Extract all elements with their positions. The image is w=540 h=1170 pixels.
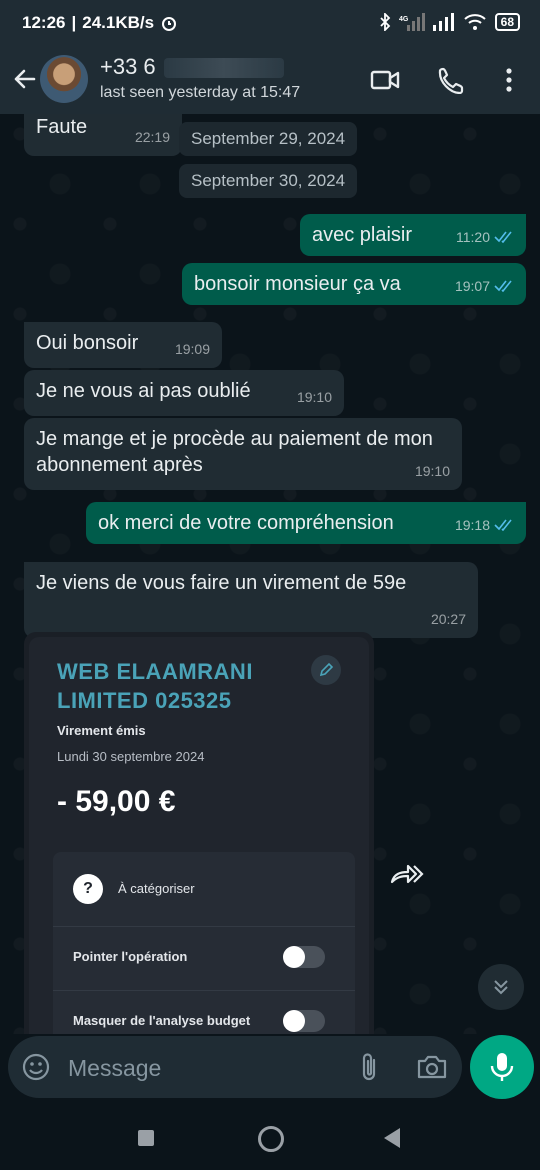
transfer-type: Virement émis bbox=[57, 723, 146, 738]
recents-button[interactable] bbox=[138, 1130, 154, 1146]
message-text: Je mange et je procède au paiement de mo… bbox=[36, 428, 433, 476]
chat-area[interactable]: Faute 22:19 September 29, 2024 September… bbox=[0, 114, 540, 1034]
read-receipt-icon bbox=[494, 231, 512, 243]
message-time: 19:18 bbox=[454, 517, 490, 533]
message-text: bonsoir monsieur ça va bbox=[194, 273, 401, 295]
message-time: 19:09 bbox=[174, 341, 210, 357]
message-meta: 19:18 bbox=[455, 512, 514, 538]
toggle-label: Pointer l'opération bbox=[73, 949, 188, 964]
battery-indicator: 68 bbox=[494, 13, 520, 31]
message-incoming[interactable]: Oui bonsoir 19:09 bbox=[24, 322, 222, 368]
message-text: Je viens de vous faire un virement de 59… bbox=[36, 572, 407, 594]
status-time: 12:26 bbox=[22, 13, 66, 32]
date-separator: September 30, 2024 bbox=[179, 164, 358, 198]
image-message[interactable]: WEB ELAAMRANI LIMITED 025325 Virement ém… bbox=[24, 632, 374, 1034]
wifi-icon bbox=[463, 14, 486, 30]
read-receipt-icon bbox=[494, 280, 512, 292]
redacted-number bbox=[163, 58, 284, 79]
message-time: 19:10 bbox=[414, 463, 450, 479]
network-speed: 24.1KB/s bbox=[82, 13, 155, 32]
recipient-line1: WEB ELAAMRANI bbox=[57, 659, 253, 684]
mic-button[interactable] bbox=[470, 1035, 534, 1099]
message-time: 19:10 bbox=[296, 389, 332, 405]
edit-pencil-icon bbox=[311, 655, 341, 685]
toggle-row: Pointer l'opération bbox=[53, 926, 355, 991]
system-nav-bar bbox=[0, 1104, 540, 1170]
mic-icon bbox=[490, 1053, 514, 1081]
message-outgoing[interactable]: ok merci de votre compréhension 19:18 bbox=[86, 502, 526, 544]
message-time: 20:27 bbox=[430, 611, 466, 627]
avatar[interactable] bbox=[40, 55, 88, 103]
scroll-down-icon bbox=[494, 980, 508, 995]
svg-text:4G: 4G bbox=[399, 16, 409, 23]
message-meta: 19:07 bbox=[455, 273, 514, 299]
read-receipt-icon bbox=[494, 519, 512, 531]
message-meta: 11:20 bbox=[456, 224, 514, 250]
message-time: 19:07 bbox=[454, 278, 490, 294]
voice-call-icon[interactable] bbox=[437, 66, 467, 94]
last-seen-status: last seen yesterday at 15:47 bbox=[100, 84, 301, 101]
alarm-icon bbox=[162, 17, 177, 31]
message-incoming[interactable]: Je viens de vous faire un virement de 59… bbox=[24, 562, 478, 638]
message-text: Faute bbox=[36, 116, 88, 138]
home-button[interactable] bbox=[258, 1126, 284, 1152]
contact-name[interactable]: +33 6 bbox=[100, 54, 284, 80]
toggle-switch bbox=[283, 1010, 325, 1032]
recipient-line2: LIMITED 025325 bbox=[57, 688, 232, 713]
chat-header: +33 6 last seen yesterday at 15:47 bbox=[0, 46, 540, 114]
message-incoming[interactable]: Je mange et je procède au paiement de mo… bbox=[24, 418, 462, 490]
more-options-icon[interactable] bbox=[496, 66, 522, 94]
status-separator: | bbox=[71, 13, 77, 32]
camera-icon[interactable] bbox=[416, 1052, 448, 1082]
message-composer bbox=[8, 1036, 462, 1098]
message-incoming[interactable]: Faute 22:19 bbox=[24, 114, 182, 156]
signal-4g-icon: 4G bbox=[399, 13, 425, 31]
system-back-button[interactable] bbox=[384, 1128, 400, 1148]
toggle-label: Masquer de l'analyse budget bbox=[73, 1013, 251, 1028]
bluetooth-icon bbox=[380, 13, 390, 31]
transfer-amount: - 59,00 € bbox=[57, 785, 176, 818]
category-label: À catégoriser bbox=[118, 881, 195, 896]
message-input[interactable] bbox=[66, 1050, 330, 1086]
attach-icon[interactable] bbox=[358, 1052, 382, 1082]
banking-screenshot: WEB ELAAMRANI LIMITED 025325 Virement ém… bbox=[29, 637, 369, 1034]
toggle-row: Masquer de l'analyse budget bbox=[53, 990, 355, 1034]
message-incoming[interactable]: Je ne vous ai pas oublié 19:10 bbox=[24, 370, 344, 416]
status-bar: 12:26 | 24.1KB/s 4G 68 bbox=[0, 0, 540, 46]
message-outgoing[interactable]: bonsoir monsieur ça va 19:07 bbox=[182, 263, 526, 305]
emoji-icon[interactable] bbox=[22, 1053, 50, 1081]
message-text: ok merci de votre compréhension bbox=[98, 512, 394, 534]
forward-icon[interactable] bbox=[390, 862, 424, 888]
signal-icon bbox=[432, 13, 454, 31]
transfer-options-panel: ? À catégoriser Pointer l'opération Masq… bbox=[53, 852, 355, 1034]
question-icon: ? bbox=[73, 874, 103, 904]
message-outgoing[interactable]: avec plaisir 11:20 bbox=[300, 214, 526, 256]
message-text: avec plaisir bbox=[312, 224, 413, 246]
message-text: Oui bonsoir bbox=[36, 332, 139, 354]
message-time: 22:19 bbox=[134, 129, 170, 145]
category-row: ? À catégoriser bbox=[53, 852, 355, 927]
recipient-name: WEB ELAAMRANI LIMITED 025325 bbox=[57, 657, 253, 715]
video-call-icon[interactable] bbox=[370, 66, 400, 94]
contact-number: +33 6 bbox=[100, 54, 156, 79]
scroll-down-button[interactable] bbox=[478, 964, 524, 1010]
date-separator: September 29, 2024 bbox=[179, 122, 358, 156]
message-text: Je ne vous ai pas oublié bbox=[36, 380, 251, 402]
transfer-date: Lundi 30 septembre 2024 bbox=[57, 749, 205, 764]
toggle-switch bbox=[283, 946, 325, 968]
back-arrow-icon[interactable] bbox=[10, 64, 40, 94]
message-time: 11:20 bbox=[456, 229, 490, 245]
